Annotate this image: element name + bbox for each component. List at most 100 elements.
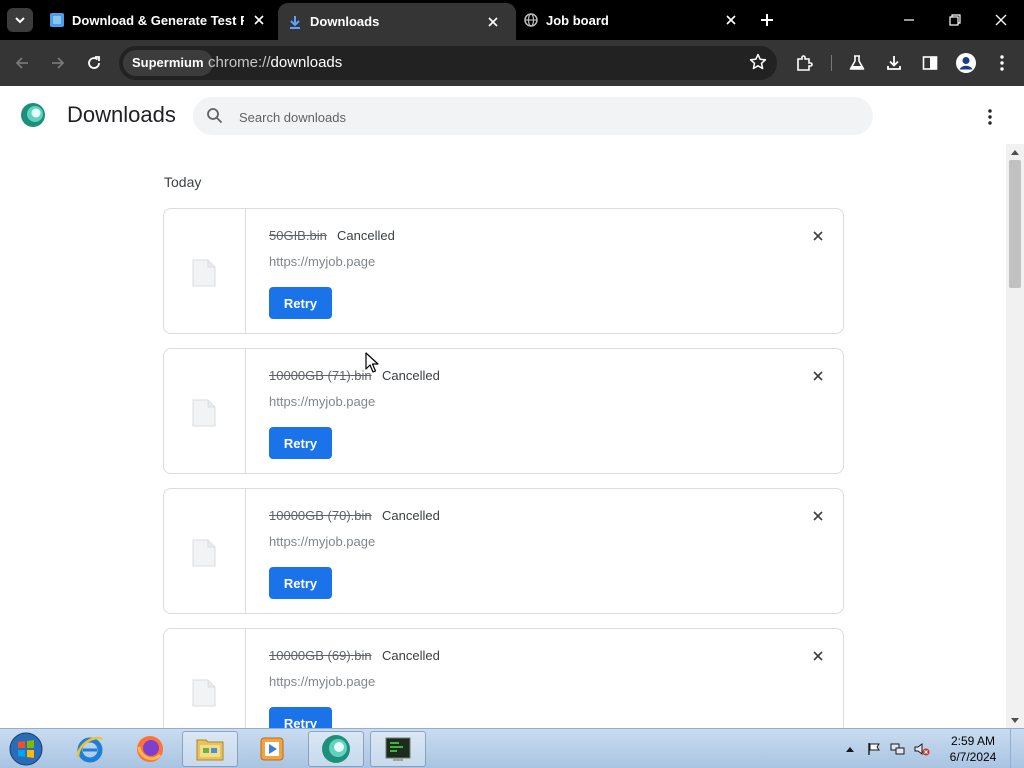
remove-item-button[interactable] [809, 227, 827, 245]
tab-search-button[interactable] [7, 8, 33, 32]
media-player-icon [260, 737, 284, 761]
browser-menu-button[interactable] [990, 51, 1014, 75]
tab-download-generate[interactable]: Download & Generate Test Files [40, 0, 276, 40]
close-tab-button[interactable] [722, 11, 740, 29]
source-url[interactable]: https://myjob.page [269, 674, 375, 689]
close-icon [254, 15, 264, 25]
file-name[interactable]: 10000GB (69).bin [269, 648, 372, 663]
retry-button[interactable]: Retry [269, 287, 332, 319]
close-window-button[interactable] [978, 0, 1024, 40]
file-name[interactable]: 50GIB.bin [269, 228, 327, 243]
scroll-up-button[interactable] [1006, 144, 1024, 160]
restore-button[interactable] [932, 0, 978, 40]
internet-explorer-icon [76, 736, 103, 763]
tab-job-board[interactable]: Job board [516, 0, 748, 40]
forward-button[interactable] [46, 51, 70, 75]
reload-button[interactable] [82, 51, 106, 75]
start-button[interactable] [6, 731, 46, 767]
date-section-label: Today [164, 174, 202, 190]
more-vert-icon [988, 109, 992, 125]
close-icon [813, 371, 823, 381]
download-status: Cancelled [382, 508, 440, 523]
download-item: 10000GB (70).bin Cancelled https://myjob… [163, 488, 844, 614]
show-hidden-icons-button[interactable] [842, 741, 858, 757]
reload-icon [88, 56, 100, 69]
taskbar-supermium[interactable] [308, 731, 364, 767]
taskbar-media-player[interactable] [244, 731, 300, 767]
close-tab-button[interactable] [484, 13, 502, 31]
remove-item-button[interactable] [809, 367, 827, 385]
taskbar-firefox[interactable] [122, 731, 178, 767]
remove-item-button[interactable] [809, 647, 827, 665]
downloads-header: Downloads [0, 86, 1024, 144]
minimize-button[interactable] [886, 0, 932, 40]
search-icon [207, 108, 223, 124]
taskbar-internet-explorer[interactable] [62, 731, 118, 767]
more-actions-button[interactable] [978, 105, 1002, 129]
file-icon-column [164, 629, 246, 728]
page-scrollbar[interactable] [1006, 144, 1024, 728]
volume-muted-icon [914, 743, 930, 756]
remove-item-button[interactable] [809, 507, 827, 525]
download-status: Cancelled [382, 648, 440, 663]
clock-date: 6/7/2024 [949, 750, 997, 764]
site-chip[interactable]: Supermium [123, 50, 213, 76]
retry-button[interactable]: Retry [269, 427, 332, 459]
retry-button[interactable]: Retry [269, 707, 332, 728]
download-status: Cancelled [382, 368, 440, 383]
source-url[interactable]: https://myjob.page [269, 534, 375, 549]
network-icon [890, 743, 905, 755]
terminal-icon [385, 737, 411, 761]
file-explorer-icon [196, 739, 224, 761]
source-url[interactable]: https://myjob.page [269, 394, 375, 409]
tab-downloads[interactable]: Downloads [278, 3, 516, 40]
labs-button[interactable] [845, 51, 869, 75]
taskbar-file-explorer[interactable] [182, 731, 238, 767]
toolbar-separator [831, 55, 832, 71]
new-tab-button[interactable] [756, 9, 778, 31]
triangle-up-icon [1011, 149, 1019, 155]
supermium-logo-icon [21, 103, 45, 127]
flask-icon [849, 55, 865, 70]
close-icon [813, 511, 823, 521]
downloads-button[interactable] [882, 51, 906, 75]
profile-button[interactable] [954, 51, 978, 75]
download-icon [887, 56, 901, 70]
scroll-down-button[interactable] [1006, 712, 1024, 728]
back-button[interactable] [10, 51, 34, 75]
clock[interactable]: 2:59 AM 6/7/2024 [942, 733, 1004, 765]
search-box[interactable] [193, 97, 873, 137]
tab-title: Downloads [310, 14, 380, 29]
address-bar[interactable]: Supermium chrome://downloads [119, 46, 777, 80]
download-status: Cancelled [337, 228, 395, 243]
globe-icon [524, 13, 538, 27]
close-icon [488, 16, 498, 27]
retry-button[interactable]: Retry [269, 567, 332, 599]
network-button[interactable] [890, 741, 906, 757]
close-tab-button[interactable] [250, 11, 268, 29]
file-name[interactable]: 10000GB (70).bin [269, 508, 372, 523]
show-desktop-button[interactable] [1010, 729, 1024, 768]
file-name[interactable]: 10000GB (71).bin [269, 368, 372, 383]
file-icon [192, 259, 216, 287]
url-text[interactable]: chrome://downloads [208, 46, 342, 80]
puzzle-icon [797, 55, 813, 71]
volume-button[interactable] [914, 741, 930, 757]
more-vert-icon [1000, 55, 1004, 71]
bookmark-star-button[interactable] [749, 53, 767, 76]
action-center-button[interactable] [866, 741, 882, 757]
page-title: Downloads [67, 102, 176, 127]
mouse-cursor-icon [365, 352, 379, 373]
scrollbar-thumb[interactable] [1009, 160, 1021, 288]
minimize-icon [904, 19, 914, 21]
source-url[interactable]: https://myjob.page [269, 254, 375, 269]
file-icon-column [164, 489, 246, 613]
page-icon [50, 13, 64, 27]
taskbar-terminal[interactable] [370, 731, 426, 767]
close-icon [813, 231, 823, 241]
side-panel-button[interactable] [918, 51, 942, 75]
search-input[interactable] [237, 97, 841, 137]
flag-icon [868, 743, 880, 755]
extensions-button[interactable] [792, 51, 816, 75]
triangle-up-icon [846, 746, 854, 752]
